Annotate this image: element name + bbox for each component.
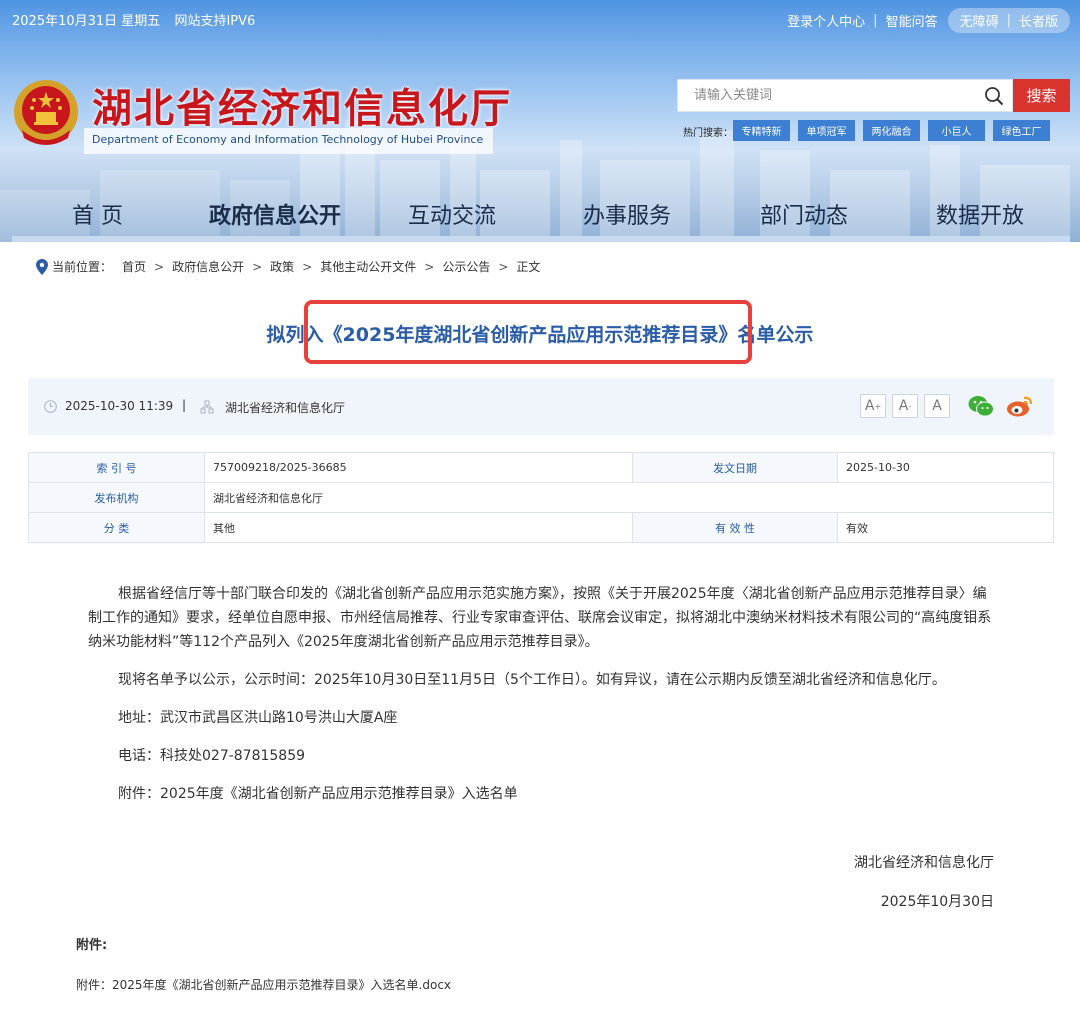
chevron-right-icon: > bbox=[302, 259, 313, 274]
accessible-mode-link[interactable]: 无障碍 bbox=[960, 11, 999, 30]
breadcrumb-item[interactable]: 其他主动公开文件 bbox=[320, 258, 416, 275]
clock-icon bbox=[44, 400, 57, 413]
signature-date: 2025年10月30日 bbox=[880, 894, 994, 910]
breadcrumb-item[interactable]: 首页 bbox=[122, 258, 146, 275]
breadcrumb-item[interactable]: 政策 bbox=[270, 258, 294, 275]
signature-org: 湖北省经济和信息化厅 bbox=[854, 855, 994, 871]
smart-qa-link[interactable]: 智能问答 bbox=[886, 11, 938, 30]
hot-search-label: 热门搜索： bbox=[683, 128, 733, 139]
validity-value: 有效 bbox=[837, 512, 1054, 543]
table-row: 索 引 号 757009218/2025-36685 发文日期 2025-10-… bbox=[28, 452, 1054, 483]
address-line: 地址：武汉市武昌区洪山路10号洪山大厦A座 bbox=[118, 710, 398, 726]
category-label: 分 类 bbox=[28, 512, 205, 543]
attachment-download-link[interactable]: 附件：2025年度《湖北省创新产品应用示范推荐目录》入选名单.docx bbox=[76, 976, 451, 993]
highlight-annotation bbox=[304, 300, 752, 364]
search-icon[interactable] bbox=[984, 86, 1004, 106]
chevron-right-icon: > bbox=[424, 259, 435, 274]
organization-icon bbox=[200, 400, 214, 414]
site-subtitle: Department of Economy and Information Te… bbox=[84, 128, 494, 154]
index-number-value: 757009218/2025-36685 bbox=[204, 452, 633, 483]
issue-date-label: 发文日期 bbox=[632, 452, 838, 483]
header-banner: 2025年10月31日 星期五 网站支持IPV6 登录个人中心 | 智能问答 无… bbox=[0, 0, 1080, 242]
phone-line: 电话：科技处027-87815859 bbox=[118, 748, 306, 764]
search-input[interactable] bbox=[678, 80, 968, 111]
chevron-right-icon: > bbox=[154, 259, 165, 274]
publisher-value: 湖北省经济和信息化厅 bbox=[204, 482, 1054, 513]
ipv6-note: 网站支持IPV6 bbox=[174, 14, 256, 29]
wechat-share-icon[interactable] bbox=[968, 395, 994, 417]
font-size-large-button[interactable]: A + bbox=[860, 394, 886, 418]
breadcrumb-current: 正文 bbox=[516, 260, 541, 274]
body-paragraph: 现将名单予以公示，公示时间：2025年10月30日至11月5日（5个工作日）。如… bbox=[118, 672, 946, 688]
breadcrumb-item[interactable]: 公示公告 bbox=[442, 258, 490, 275]
hot-tag[interactable]: 两化融合 bbox=[863, 120, 920, 141]
current-date: 2025年10月31日 星期五 bbox=[12, 14, 161, 29]
nav-dept-news[interactable]: 部门动态 bbox=[760, 198, 848, 230]
divider: | bbox=[873, 13, 878, 28]
breadcrumb-item[interactable]: 政府信息公开 bbox=[172, 258, 244, 275]
nav-services[interactable]: 办事服务 bbox=[583, 198, 671, 230]
validity-label: 有 效 性 bbox=[632, 512, 838, 543]
hot-tag[interactable]: 绿色工厂 bbox=[993, 120, 1050, 141]
font-size-small-button[interactable]: A- bbox=[892, 394, 918, 418]
chevron-right-icon: > bbox=[498, 259, 509, 274]
attachment-heading: 附件: bbox=[76, 938, 108, 953]
issue-date-value: 2025-10-30 bbox=[837, 452, 1054, 483]
font-large-label: A bbox=[864, 398, 875, 414]
hot-tag[interactable]: 小巨人 bbox=[928, 120, 985, 141]
article-meta-bar: 2025-10-30 11:39 | 湖北省经济和信息化厅 A + A- A bbox=[28, 378, 1054, 435]
font-small-label: A bbox=[932, 398, 942, 414]
hot-tag[interactable]: 专精特新 bbox=[733, 120, 790, 141]
divider: | bbox=[182, 398, 187, 412]
breadcrumb: 当前位置： 首页 > 政府信息公开 > 政策 > 其他主动公开文件 > 公示公告… bbox=[36, 258, 540, 275]
body-paragraph: 根据省经信厅等十部门联合印发的《湖北省创新产品应用示范实施方案》，按照《关于开展… bbox=[88, 586, 992, 650]
main-nav: 首 页 政府信息公开 互动交流 办事服务 部门动态 数据开放 bbox=[12, 192, 1070, 236]
index-number-label: 索 引 号 bbox=[28, 452, 205, 483]
font-medium-label: A bbox=[898, 398, 909, 414]
nav-gov-info[interactable]: 政府信息公开 bbox=[209, 198, 341, 230]
table-row: 发布机构 湖北省经济和信息化厅 bbox=[28, 482, 1054, 513]
location-pin-icon bbox=[36, 258, 48, 275]
search-button[interactable]: 搜索 bbox=[1013, 79, 1070, 112]
divider: | bbox=[1006, 13, 1011, 28]
site-title[interactable]: 湖北省经济和信息化厅 bbox=[92, 76, 512, 134]
category-value: 其他 bbox=[204, 512, 633, 543]
publisher-label: 发布机构 bbox=[28, 482, 205, 513]
nav-interaction[interactable]: 互动交流 bbox=[408, 198, 496, 230]
attachment-line: 附件：2025年度《湖北省创新产品应用示范推荐目录》入选名单 bbox=[118, 786, 518, 802]
nav-open-data[interactable]: 数据开放 bbox=[936, 198, 1024, 230]
chevron-right-icon: > bbox=[252, 259, 263, 274]
elder-mode-link[interactable]: 长者版 bbox=[1019, 11, 1058, 30]
font-size-default-button[interactable]: A bbox=[924, 394, 950, 418]
nav-home[interactable]: 首 页 bbox=[72, 198, 123, 230]
publish-datetime: 2025-10-30 11:39 bbox=[65, 399, 174, 413]
hot-tag[interactable]: 单项冠军 bbox=[798, 120, 855, 141]
document-info-table: 索 引 号 757009218/2025-36685 发文日期 2025-10-… bbox=[28, 452, 1054, 543]
hot-search-tags: 专精特新 单项冠军 两化融合 小巨人 绿色工厂 bbox=[733, 120, 1058, 141]
login-link[interactable]: 登录个人中心 bbox=[787, 11, 865, 30]
national-emblem-icon bbox=[14, 80, 78, 145]
accessibility-group: 无障碍 | 长者版 bbox=[947, 8, 1070, 33]
article-body: 根据省经信厅等十部门联合印发的《湖北省创新产品应用示范实施方案》，按照《关于开展… bbox=[88, 582, 998, 820]
article-source: 湖北省经济和信息化厅 bbox=[225, 401, 346, 415]
table-row: 分 类 其他 有 效 性 有效 bbox=[28, 512, 1054, 543]
breadcrumb-label: 当前位置： bbox=[52, 260, 113, 274]
search-box bbox=[677, 79, 1013, 112]
weibo-share-icon[interactable] bbox=[1006, 394, 1034, 418]
